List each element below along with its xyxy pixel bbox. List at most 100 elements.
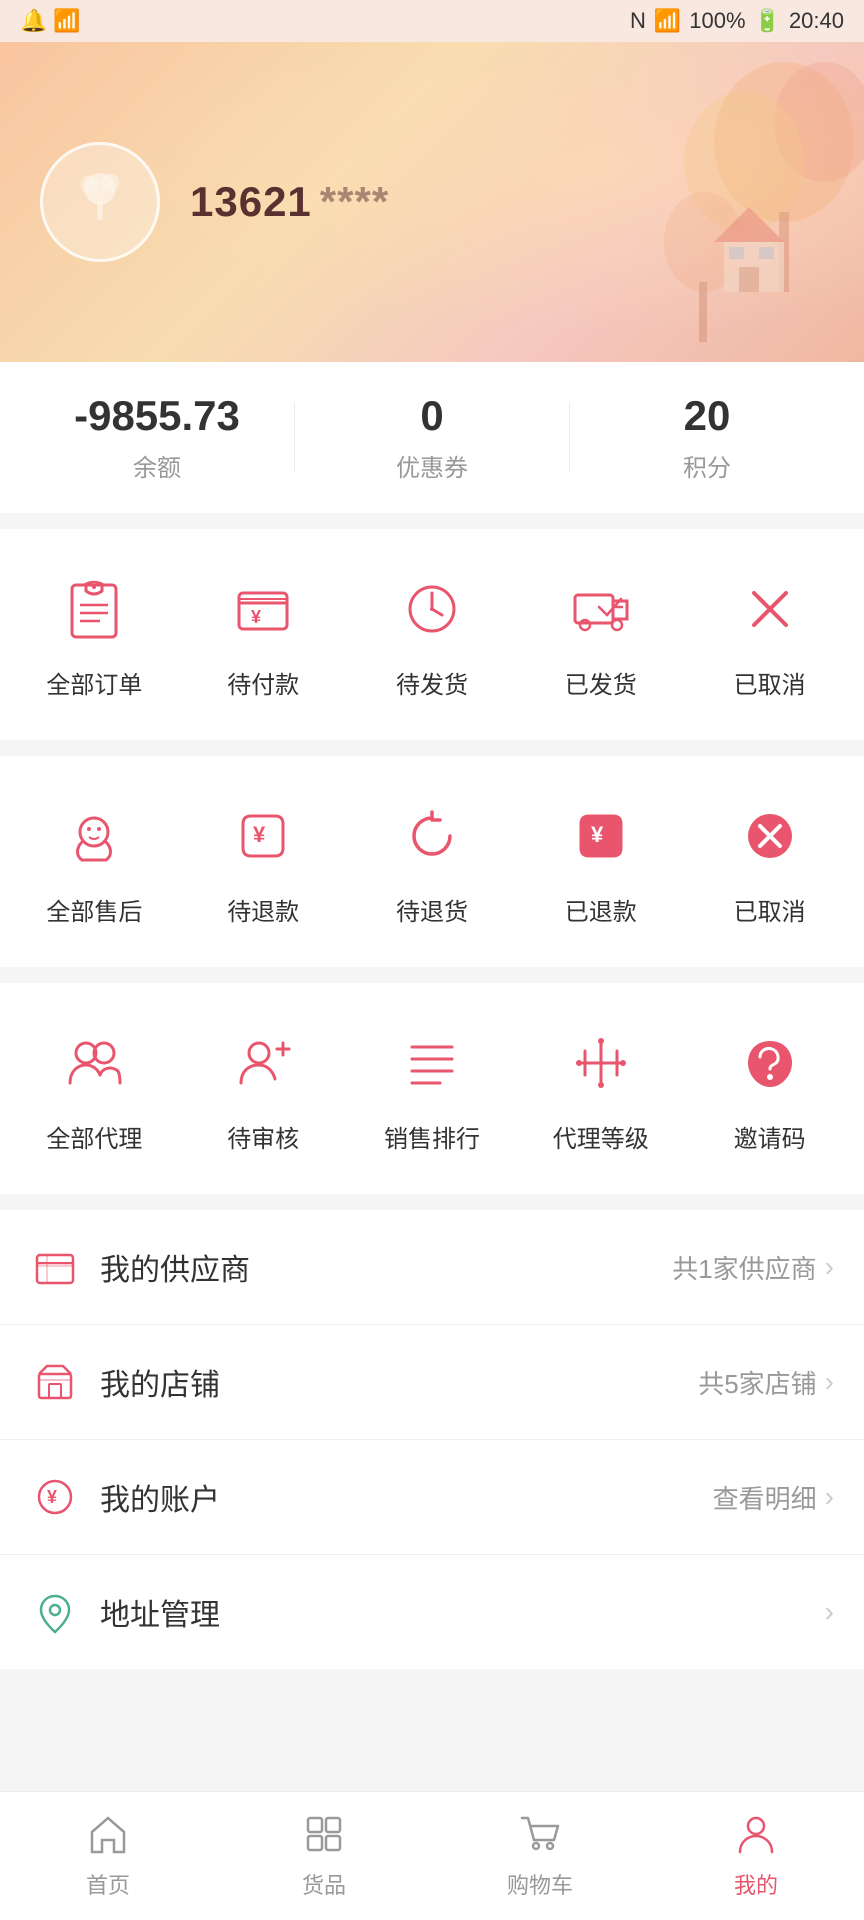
agent-icon-grid: 全部代理 待审核 <box>0 1003 864 1174</box>
refunded-icon: ¥ <box>569 804 633 868</box>
stats-card: -9855.73 余额 0 优惠券 20 积分 <box>0 362 864 513</box>
nav-cart[interactable]: 购物车 <box>432 1808 648 1900</box>
all-orders-button[interactable]: 全部订单 <box>10 569 179 700</box>
account-detail: 查看明细 <box>713 1479 817 1516</box>
pending-refund-icon-box: ¥ <box>223 796 303 876</box>
cancelled-sale-icon-box <box>730 796 810 876</box>
sales-rank-button[interactable]: 销售排行 <box>348 1023 517 1154</box>
all-aftersale-button[interactable]: 全部售后 <box>10 796 179 927</box>
agent-level-icon <box>569 1031 633 1095</box>
pending-pay-icon-box: ¥ <box>223 569 303 649</box>
account-right: 查看明细 › <box>713 1479 834 1516</box>
store-item[interactable]: 我的店铺 共5家店铺 › <box>0 1325 864 1440</box>
pending-return-icon <box>400 804 464 868</box>
order-icon-grid: 全部订单 ¥ 待付款 <box>0 549 864 720</box>
header-banner: 13621**** <box>0 42 864 362</box>
shipped-button[interactable]: 已发货 <box>516 569 685 700</box>
all-aftersale-label: 全部售后 <box>46 892 142 927</box>
pending-refund-button[interactable]: ¥ 待退款 <box>179 796 348 927</box>
pending-pay-label: 待付款 <box>227 665 299 700</box>
order-section: 全部订单 ¥ 待付款 <box>0 529 864 740</box>
all-aftersale-icon <box>62 804 126 868</box>
time-display: 20:40 <box>789 8 844 34</box>
pending-ship-icon <box>400 577 464 641</box>
cancelled-icon <box>738 577 802 641</box>
battery-icon: 🔋 <box>754 8 781 34</box>
points-label: 积分 <box>683 448 731 483</box>
svg-text:¥: ¥ <box>251 607 261 627</box>
address-title: 地址管理 <box>100 1590 825 1634</box>
pending-return-label: 待退货 <box>396 892 468 927</box>
pending-return-button[interactable]: 待退货 <box>348 796 517 927</box>
bottom-nav: 首页 货品 购物车 我的 <box>0 1791 864 1920</box>
store-right: 共5家店铺 › <box>698 1364 834 1401</box>
account-item[interactable]: ¥ 我的账户 查看明细 › <box>0 1440 864 1555</box>
cancelled-sale-button[interactable]: 已取消 <box>685 796 854 927</box>
battery-text: 100% <box>689 8 745 34</box>
address-chevron: › <box>825 1596 834 1628</box>
pending-refund-label: 待退款 <box>227 892 299 927</box>
status-bar: 🔔 📶 N 📶 100% 🔋 20:40 <box>0 0 864 42</box>
store-title: 我的店铺 <box>100 1360 698 1404</box>
supplier-title: 我的供应商 <box>100 1245 672 1289</box>
nav-mine[interactable]: 我的 <box>648 1808 864 1900</box>
nav-home[interactable]: 首页 <box>0 1808 216 1900</box>
all-agents-label: 全部代理 <box>46 1119 142 1154</box>
list-section: 我的供应商 共1家供应商 › 我的店铺 共5家店铺 › <box>0 1210 864 1669</box>
store-chevron: › <box>825 1366 834 1398</box>
supplier-icon <box>30 1242 80 1292</box>
pending-refund-icon: ¥ <box>231 804 295 868</box>
coupon-label: 优惠券 <box>396 448 468 483</box>
address-icon <box>30 1587 80 1637</box>
sales-rank-icon <box>400 1031 464 1095</box>
shipped-icon-box <box>561 569 641 649</box>
wifi-icon: 📶 <box>53 8 80 34</box>
stat-coupon[interactable]: 0 优惠券 <box>295 392 569 483</box>
avatar[interactable] <box>40 142 160 262</box>
pending-pay-button[interactable]: ¥ 待付款 <box>179 569 348 700</box>
mine-nav-icon <box>730 1808 782 1860</box>
agent-section: 全部代理 待审核 <box>0 983 864 1194</box>
stat-balance[interactable]: -9855.73 余额 <box>20 392 294 483</box>
all-orders-icon <box>62 577 126 641</box>
nav-goods[interactable]: 货品 <box>216 1808 432 1900</box>
cart-nav-label: 购物车 <box>507 1868 573 1900</box>
sales-rank-label: 销售排行 <box>384 1119 480 1154</box>
cancelled-sale-icon <box>738 804 802 868</box>
store-icon <box>30 1357 80 1407</box>
nfc-icon: N <box>630 8 646 34</box>
all-orders-icon-box <box>54 569 134 649</box>
pending-review-button[interactable]: 待审核 <box>179 1023 348 1154</box>
pending-review-icon-box <box>223 1023 303 1103</box>
agent-level-button[interactable]: 代理等级 <box>516 1023 685 1154</box>
goods-nav-label: 货品 <box>302 1868 346 1900</box>
pending-return-icon-box <box>392 796 472 876</box>
supplier-count: 共1家供应商 <box>672 1249 816 1286</box>
stat-points[interactable]: 20 积分 <box>570 392 844 483</box>
mine-nav-label: 我的 <box>734 1868 778 1900</box>
cancelled-button[interactable]: 已取消 <box>685 569 854 700</box>
svg-text:¥: ¥ <box>47 1487 57 1507</box>
balance-label: 余额 <box>133 448 181 483</box>
home-nav-label: 首页 <box>86 1868 130 1900</box>
pending-review-label: 待审核 <box>227 1119 299 1154</box>
refunded-button[interactable]: ¥ 已退款 <box>516 796 685 927</box>
all-agents-button[interactable]: 全部代理 <box>10 1023 179 1154</box>
refunded-label: 已退款 <box>565 892 637 927</box>
cancelled-sale-label: 已取消 <box>734 892 806 927</box>
user-phone: 13621**** <box>190 178 389 226</box>
cancelled-label: 已取消 <box>734 665 806 700</box>
invite-code-button[interactable]: 邀请码 <box>685 1023 854 1154</box>
supplier-item[interactable]: 我的供应商 共1家供应商 › <box>0 1210 864 1325</box>
tree-decoration <box>544 42 864 362</box>
pending-ship-icon-box <box>392 569 472 649</box>
pending-ship-label: 待发货 <box>396 665 468 700</box>
agent-level-label: 代理等级 <box>553 1119 649 1154</box>
goods-nav-icon <box>298 1808 350 1860</box>
address-item[interactable]: 地址管理 › <box>0 1555 864 1669</box>
home-nav-icon <box>82 1808 134 1860</box>
pending-ship-button[interactable]: 待发货 <box>348 569 517 700</box>
coupon-value: 0 <box>420 392 443 440</box>
shipped-icon <box>569 577 633 641</box>
supplier-right: 共1家供应商 › <box>672 1249 834 1286</box>
